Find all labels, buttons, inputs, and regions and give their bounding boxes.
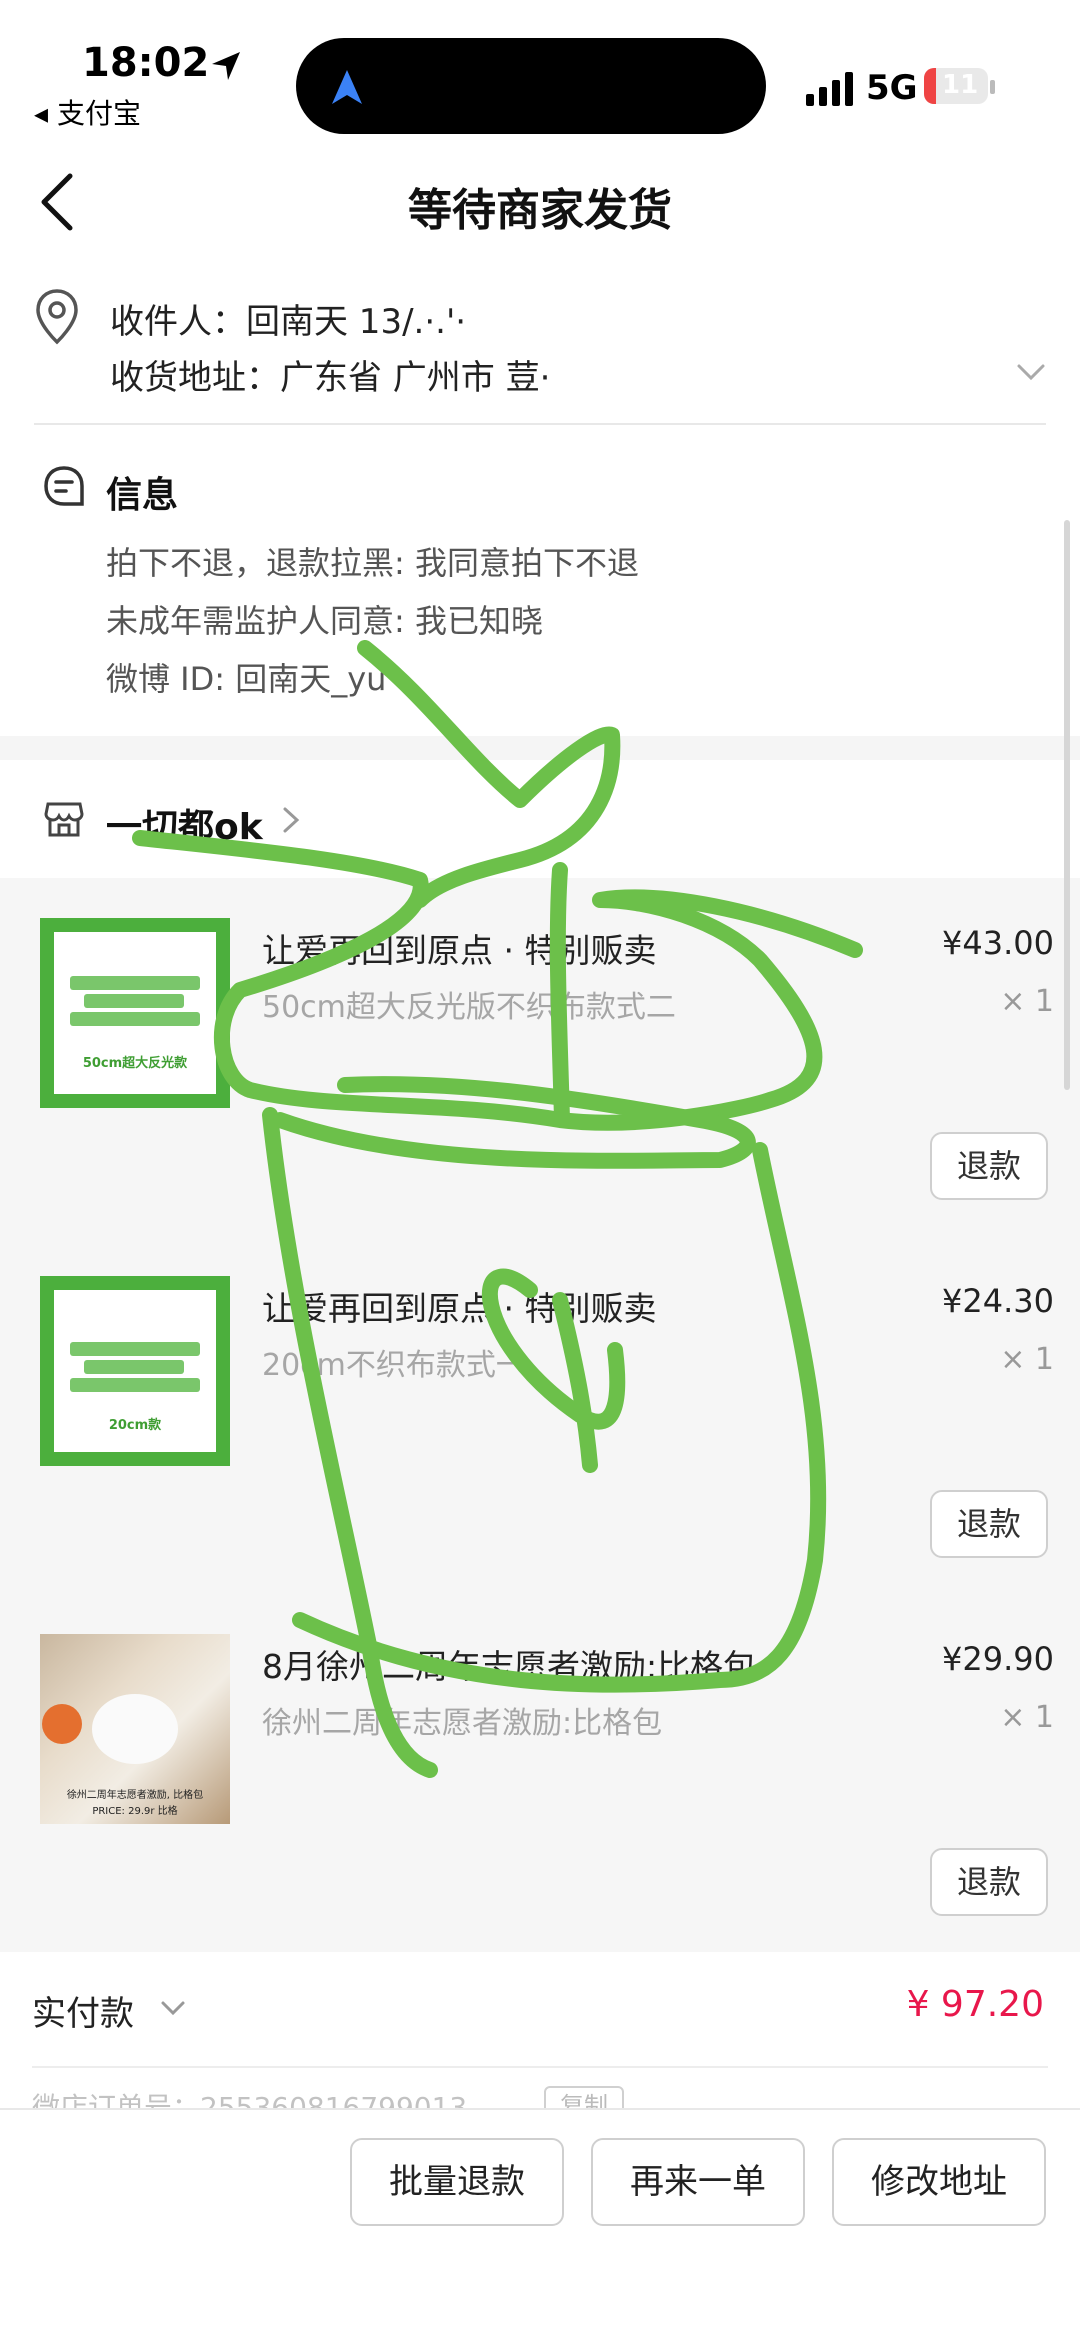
refund-button[interactable]: 退款	[930, 1490, 1048, 1558]
location-pin-icon	[36, 289, 78, 345]
item-variant: 50cm超大反光版不织布款式二	[262, 990, 676, 1025]
refund-button[interactable]: 退款	[930, 1848, 1048, 1916]
info-line: 未成年需监护人同意: 我已知晓	[106, 602, 543, 640]
thumbnail-caption: 50cm超大反光款	[82, 1056, 188, 1071]
signal-icon	[806, 72, 853, 106]
item-title: 8月徐州二周年志愿者激励:比格包	[262, 1647, 757, 1686]
chevron-right-icon	[283, 807, 300, 833]
reorder-button[interactable]: 再来一单	[591, 2138, 805, 2226]
item-quantity: × 1	[1000, 1342, 1054, 1377]
product-thumbnail: 20cm款	[40, 1276, 230, 1466]
item-price: ¥29.90	[942, 1640, 1054, 1678]
refund-button[interactable]: 退款	[930, 1132, 1048, 1200]
thumbnail-caption: 20cm款	[108, 1418, 162, 1433]
scroll-indicator	[1064, 520, 1070, 1090]
edit-address-button[interactable]: 修改地址	[832, 2138, 1046, 2226]
item-title: 让爱再回到原点 · 特别贩卖	[262, 931, 657, 970]
nav-bar: 等待商家发货	[0, 150, 1080, 262]
item-price: ¥43.00	[942, 924, 1054, 962]
paid-amount: ¥ 97.20	[906, 1984, 1044, 2025]
item-title: 让爱再回到原点 · 特别贩卖	[262, 1289, 657, 1328]
battery-level: 11	[942, 70, 979, 100]
address-line: 收货地址：广东省 广州市 荳·	[110, 358, 551, 398]
batch-refund-button[interactable]: 批量退款	[350, 2138, 564, 2226]
info-section: 信息 拍下不退，退款拉黑: 我同意拍下不退 未成年需监护人同意: 我已知晓 微博…	[0, 426, 1080, 736]
dynamic-island	[296, 38, 766, 134]
chevron-down-icon[interactable]	[160, 2000, 186, 2016]
section-gap	[0, 736, 1080, 760]
bottom-action-bar: 批量退款 再来一单 修改地址	[0, 2108, 1080, 2348]
navigation-arrow-icon	[332, 70, 362, 104]
item-quantity: × 1	[1000, 1700, 1054, 1735]
recipient-line: 收件人：回南天 13/.·.'·	[110, 302, 467, 342]
divider	[34, 423, 1046, 425]
payment-summary[interactable]: 实付款 ¥ 97.20	[0, 1956, 1080, 2066]
info-line: 拍下不退，退款拉黑: 我同意拍下不退	[106, 544, 639, 582]
shop-header[interactable]: 一切都ok	[0, 760, 1080, 878]
order-item[interactable]: 20cm款 让爱再回到原点 · 特别贩卖 20cm不织布款式一 ¥24.30 ×…	[0, 1236, 1080, 1594]
item-price: ¥24.30	[942, 1282, 1054, 1320]
thumbnail-caption: PRICE: 29.9r 比格	[92, 1806, 178, 1817]
battery-icon: 11	[924, 68, 988, 104]
divider	[32, 2066, 1048, 2068]
thumbnail-caption: 徐州二周年志愿者激励, 比格包	[66, 1790, 204, 1801]
product-thumbnail: 50cm超大反光款	[40, 918, 230, 1108]
shop-name[interactable]: 一切都ok	[106, 798, 263, 850]
chevron-down-icon[interactable]	[1016, 362, 1046, 382]
item-quantity: × 1	[1000, 984, 1054, 1019]
network-label: 5G	[866, 68, 918, 108]
product-photo: 徐州二周年志愿者激励, 比格包 PRICE: 29.9r 比格	[40, 1634, 230, 1824]
store-icon	[44, 802, 84, 837]
status-bar: 18:02 ◂ 支付宝 5G 11	[0, 0, 1080, 150]
back-to-app-link[interactable]: ◂ 支付宝	[34, 92, 141, 132]
status-time: 18:02	[82, 40, 210, 86]
location-arrow-icon	[212, 52, 240, 80]
page-title: 等待商家发货	[408, 185, 672, 236]
order-item[interactable]: 徐州二周年志愿者激励, 比格包 PRICE: 29.9r 比格 8月徐州二周年志…	[0, 1594, 1080, 1952]
battery-cap	[990, 80, 995, 94]
item-variant: 20cm不织布款式一	[262, 1348, 526, 1383]
message-note-icon	[44, 466, 84, 506]
paid-label: 实付款	[32, 1994, 134, 2034]
item-variant: 徐州二周年志愿者激励:比格包	[262, 1706, 663, 1741]
info-line: 微博 ID: 回南天_yu	[106, 660, 387, 698]
address-section[interactable]: 收件人：回南天 13/.·.'· 收货地址：广东省 广州市 荳·	[0, 270, 1080, 422]
info-title: 信息	[106, 475, 179, 516]
order-item[interactable]: 50cm超大反光款 让爱再回到原点 · 特别贩卖 50cm超大反光版不织布款式二…	[0, 878, 1080, 1236]
